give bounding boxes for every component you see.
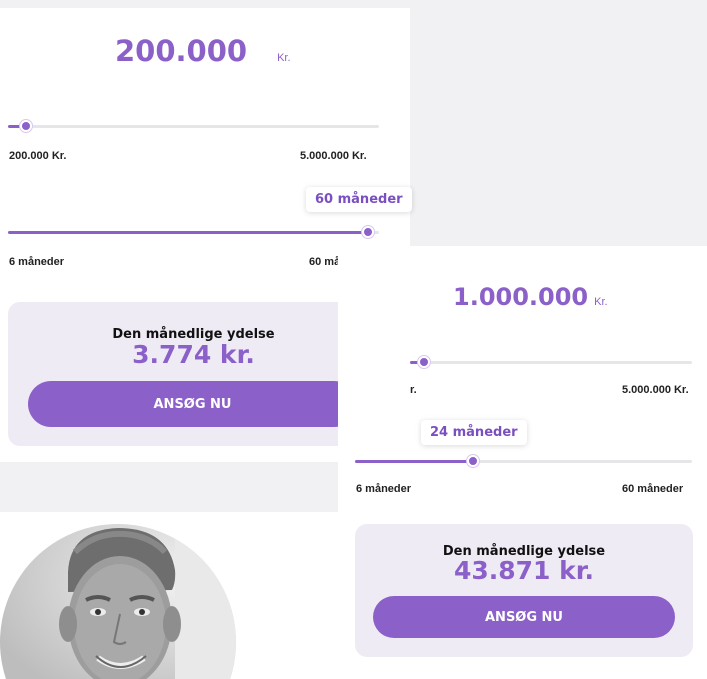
loan-amount-min-label: 200.000 Kr. [9, 150, 67, 162]
apply-now-button[interactable]: ANSØG NU [373, 596, 675, 638]
loan-amount-slider[interactable] [8, 120, 379, 132]
loan-term-slider[interactable] [355, 455, 692, 467]
loan-amount-max-label: 5.000.000 Kr. [300, 150, 367, 162]
term-tooltip: 24 måneder [421, 420, 527, 445]
loan-amount-unit: Kr. [594, 296, 608, 308]
loan-term-min-label: 6 måneder [356, 483, 412, 495]
apply-now-button[interactable]: ANSØG NU [28, 381, 357, 427]
loan-amount-max-label: 5.000.000 Kr. [622, 384, 689, 396]
monthly-payment-value: 43.871 kr. [453, 556, 595, 585]
loan-amount-slider[interactable] [410, 356, 692, 368]
loan-amount-value: 1.000.000 [453, 283, 589, 311]
advisor-portrait-card [0, 512, 245, 679]
loan-amount-unit: Kr. [277, 52, 291, 64]
loan-term-slider-handle[interactable] [362, 226, 374, 238]
loan-term-min-label: 6 måneder [9, 256, 65, 268]
loan-term-slider-handle[interactable] [467, 455, 479, 467]
loan-term-max-label: 60 måneder [622, 483, 684, 495]
loan-term-slider-fill [355, 460, 473, 463]
monthly-payment-panel-right: Den månedlige ydelse 43.871 kr. ANSØG NU [355, 524, 693, 657]
loan-amount-value: 200.000 [115, 34, 248, 68]
term-tooltip: 60 måneder [306, 187, 412, 212]
background-panel-right [410, 0, 707, 246]
loan-amount-slider-handle[interactable] [418, 356, 430, 368]
loan-calculator-right: 1.000.000 Kr. r. 5.000.000 Kr. 24 månede… [338, 246, 707, 679]
loan-amount-min-label: r. [410, 384, 417, 396]
advisor-portrait [0, 524, 236, 679]
monthly-payment-panel-left: Den månedlige ydelse 3.774 kr. ANSØG NU [8, 302, 379, 446]
background-panel-bottom-left [0, 462, 350, 512]
loan-term-slider[interactable] [8, 226, 379, 238]
monthly-payment-value: 3.774 kr. [132, 340, 255, 369]
loan-amount-slider-handle[interactable] [20, 120, 32, 132]
loan-term-slider-fill [8, 231, 368, 234]
